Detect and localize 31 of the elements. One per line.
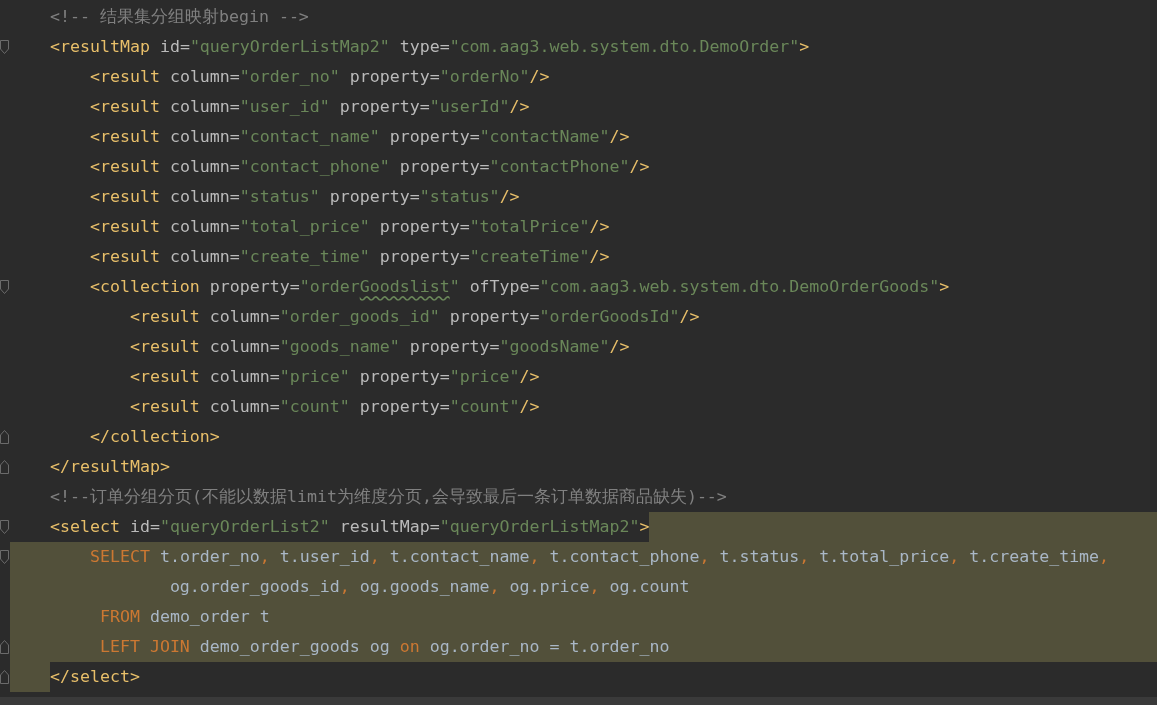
code-line: </select> (50, 666, 140, 688)
fold-marker-icon[interactable] (0, 40, 9, 54)
code-line: <result column="user_id" property="userId"/> (88, 96, 530, 118)
code-line: <result column="order_no" property="orderNo"/> (88, 66, 550, 88)
fold-marker-icon[interactable] (0, 640, 9, 654)
fold-marker-icon[interactable] (0, 430, 9, 444)
code-line: <result column="goods_name" property="goodsName"/> (128, 336, 630, 358)
code-line: <!-- 结果集分组映射begin --> (50, 6, 309, 28)
code-line: <result column="order_goods_id" property="orderGoodsId"/> (128, 306, 700, 328)
code-line: <result column="contact_phone" property="contactPhone"/> (88, 156, 650, 178)
code-line: <collection property="orderGoodslist" ofType="com.aag3.web.system.dto.DemoOrderGoods"> (88, 276, 950, 298)
code-line: <select id="queryOrderList2" resultMap="queryOrderListMap2"> (50, 516, 650, 538)
code-line: </collection> (88, 426, 220, 448)
code-line: <result column="price" property="price"/> (128, 366, 540, 388)
code-line: <result column="count" property="count"/> (128, 396, 540, 418)
code-line: <!--订单分组分页(不能以数据limit为维度分页,会导致最后一条订单数据商品缺失)--> (50, 486, 727, 508)
code-line: <result column="create_time" property="createTime"/> (88, 246, 610, 268)
fold-marker-icon[interactable] (0, 460, 9, 474)
fold-marker-icon[interactable] (0, 280, 9, 294)
code-line: LEFT JOIN demo_order_goods og on og.order_no = t.order_no (98, 636, 670, 658)
code-line: <result column="contact_name" property="contactName"/> (88, 126, 630, 148)
code-line: </resultMap> (50, 456, 170, 478)
code-line: og.order_goods_id, og.goods_name, og.price, og.count (168, 576, 690, 598)
code-line: <result column="status" property="status"/> (88, 186, 520, 208)
code-line: <resultMap id="queryOrderListMap2" type="com.aag3.web.system.dto.DemoOrder"> (50, 36, 810, 58)
fold-marker-icon[interactable] (0, 550, 9, 564)
code-line: SELECT t.order_no, t.user_id, t.contact_name, t.contact_phone, t.status, t.total_price, t.create_time, (88, 546, 1110, 568)
fold-marker-icon[interactable] (0, 520, 9, 534)
fold-marker-icon[interactable] (0, 670, 9, 684)
code-line: <result column="total_price" property="totalPrice"/> (88, 216, 610, 238)
code-line: FROM demo_order t (98, 606, 270, 628)
